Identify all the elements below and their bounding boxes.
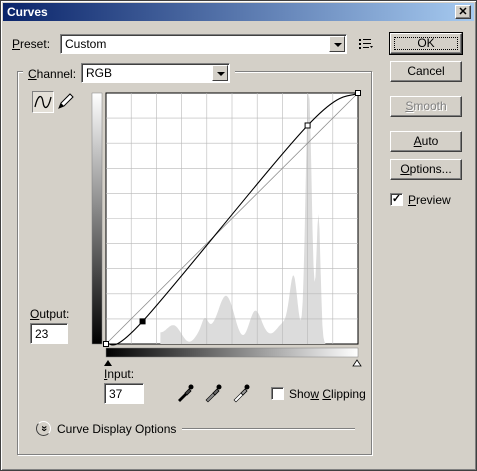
pencil-tool-icon xyxy=(58,93,74,109)
options-button[interactable]: Options... xyxy=(390,159,462,180)
curve-point-selected[interactable] xyxy=(139,318,146,325)
curve-point-tool-button[interactable] xyxy=(32,91,54,113)
curve-point-tool-icon xyxy=(34,95,52,109)
channel-select[interactable]: RGB xyxy=(81,63,230,83)
dialog-title: Curves xyxy=(7,5,48,19)
smooth-button[interactable]: Smooth xyxy=(390,96,462,117)
black-point-slider xyxy=(104,360,112,366)
output-field[interactable]: 23 xyxy=(30,323,68,344)
ok-button[interactable]: OK xyxy=(389,32,463,55)
cancel-button[interactable]: Cancel xyxy=(390,61,462,82)
preset-label: Preset: xyxy=(12,37,51,51)
curve-point[interactable] xyxy=(304,122,311,129)
preset-value: Custom xyxy=(65,37,107,51)
curves-chart[interactable] xyxy=(90,90,362,370)
close-icon: ✕ xyxy=(458,6,468,18)
gray-point-eyedropper-icon[interactable] xyxy=(203,383,223,403)
output-label: Output: xyxy=(30,307,70,321)
curves-dialog: Curves ✕ Preset: Custom OK Cancel Smooth… xyxy=(0,0,477,471)
channel-value: RGB xyxy=(86,66,113,80)
pencil-tool-button[interactable] xyxy=(55,91,77,113)
preset-select[interactable]: Custom xyxy=(60,34,347,54)
show-clipping-checkbox[interactable] xyxy=(271,387,284,400)
preview-label[interactable]: Preview xyxy=(408,193,451,207)
check-icon: ✓ xyxy=(391,193,402,205)
curve-point[interactable] xyxy=(355,90,361,96)
divider xyxy=(182,428,355,430)
white-point-eyedropper-icon[interactable] xyxy=(231,383,251,403)
input-label: Input: xyxy=(104,367,135,381)
input-gradient-bar xyxy=(105,347,359,358)
black-point-eyedropper-icon[interactable] xyxy=(175,383,195,403)
preview-checkbox[interactable]: ✓ xyxy=(390,193,403,206)
list-menu-icon[interactable] xyxy=(358,37,374,51)
white-point-slider xyxy=(352,359,362,367)
close-button[interactable]: ✕ xyxy=(455,5,471,19)
show-clipping-label[interactable]: Show Clipping xyxy=(289,387,366,401)
output-gradient-bar xyxy=(91,92,103,345)
expand-toggle-icon[interactable]: » xyxy=(36,421,51,436)
curve-display-options-label[interactable]: Curve Display Options xyxy=(57,422,176,436)
channel-label: Channel: xyxy=(28,67,77,81)
chevron-down-icon[interactable] xyxy=(329,36,345,52)
chevron-down-icon[interactable] xyxy=(212,65,228,81)
auto-button[interactable]: Auto xyxy=(390,131,462,152)
curve-point[interactable] xyxy=(103,341,109,347)
input-field[interactable]: 37 xyxy=(104,383,144,404)
title-bar[interactable]: Curves ✕ xyxy=(3,3,474,21)
